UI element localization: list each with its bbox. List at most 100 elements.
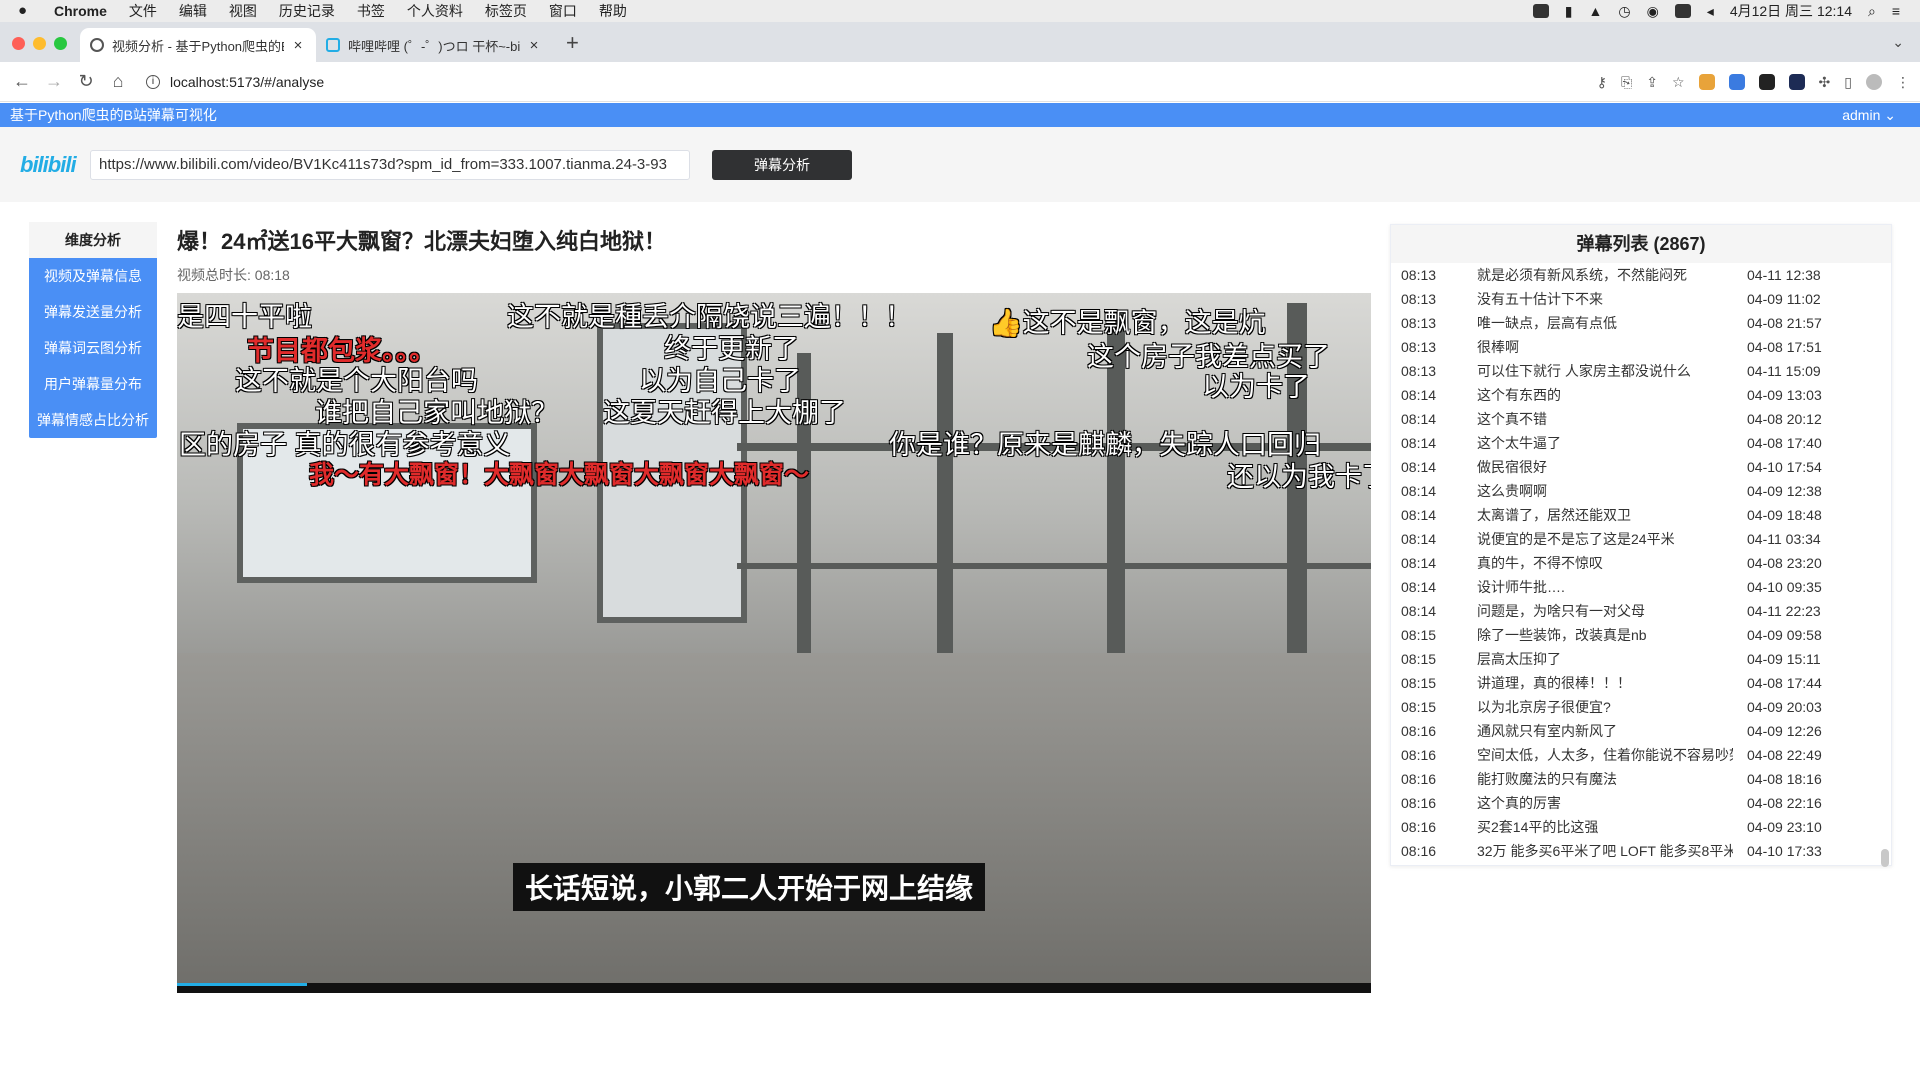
list-item[interactable]: 08:16 买2套14平的比这强 04-09 23:10: [1391, 815, 1891, 839]
list-item[interactable]: 08:15 讲道理，真的很棒！！！ 04-08 17:44: [1391, 671, 1891, 695]
globe-icon: [90, 38, 104, 52]
user-menu[interactable]: admin ⌄: [1842, 107, 1896, 124]
forward-arrow-icon[interactable]: →: [38, 71, 70, 92]
back-arrow-icon[interactable]: ←: [6, 71, 38, 92]
list-item[interactable]: 08:14 真的牛，不得不惊叹 04-08 23:20: [1391, 551, 1891, 575]
tab-bilibili[interactable]: 哔哩哔哩 (゜-゜)つロ 干杯~-bili ×: [316, 28, 552, 62]
user-name[interactable]: admin: [1842, 107, 1880, 123]
danmaku-time: 08:15: [1401, 675, 1437, 691]
video-progress-bar[interactable]: [177, 983, 1371, 993]
list-scrollbar[interactable]: [1881, 849, 1889, 867]
extension-1-icon[interactable]: [1698, 74, 1715, 90]
list-item[interactable]: 08:15 除了一些装饰，改装真是nb 04-09 09:58: [1391, 623, 1891, 647]
close-tab-icon[interactable]: ×: [290, 37, 306, 54]
new-tab-button[interactable]: +: [566, 30, 579, 56]
danmaku-text: 真的牛，不得不惊叹: [1477, 555, 1603, 571]
danmaku-time: 08:16: [1401, 723, 1437, 739]
list-item[interactable]: 08:13 没有五十估计下不来 04-09 11:02: [1391, 287, 1891, 311]
home-icon[interactable]: ⌂: [102, 71, 134, 92]
vpn-icon[interactable]: ▲: [1588, 3, 1602, 19]
share-icon[interactable]: ⇪: [1646, 74, 1658, 91]
video-url-input[interactable]: [90, 149, 690, 180]
menu-item-video-info[interactable]: 视频及弹幕信息: [29, 258, 157, 294]
menu-edit[interactable]: 编辑: [179, 1, 207, 21]
menu-bookmarks[interactable]: 书签: [357, 1, 385, 21]
menu-item-wordcloud[interactable]: 弹幕词云图分析: [29, 330, 157, 366]
apple-icon[interactable]: ●: [18, 3, 34, 19]
volume-icon[interactable]: ◂: [1707, 3, 1714, 20]
site-info-icon[interactable]: i: [146, 74, 160, 89]
menu-profile[interactable]: 个人资料: [407, 1, 463, 21]
datetime[interactable]: 4月12日 周三 12:14: [1730, 1, 1852, 21]
list-item[interactable]: 08:16 能打败魔法的只有魔法 04-08 18:16: [1391, 767, 1891, 791]
menu-window[interactable]: 窗口: [549, 1, 577, 21]
menu-help[interactable]: 帮助: [599, 1, 627, 21]
tab-search-chevron-icon[interactable]: ⌄: [1892, 34, 1904, 51]
spotlight-icon[interactable]: ⌕: [1868, 3, 1876, 20]
bookmark-star-icon[interactable]: ☆: [1672, 74, 1685, 91]
list-item[interactable]: 08:14 做民宿很好 04-10 17:54: [1391, 455, 1891, 479]
signal-icon[interactable]: ▮: [1565, 3, 1573, 20]
list-item[interactable]: 08:14 这个太牛逼了 04-08 17:40: [1391, 431, 1891, 455]
extension-2-icon[interactable]: [1728, 74, 1745, 90]
address-bar[interactable]: i localhost:5173/#/analyse: [146, 67, 324, 97]
danmaku-text: 就是必须有新风系统，不然能闷死: [1477, 267, 1687, 283]
profile-avatar-icon[interactable]: [1866, 74, 1882, 90]
menu-history[interactable]: 历史记录: [279, 1, 335, 21]
list-item[interactable]: 08:16 32万 能多买6平米了吧 LOFT 能多买8平米... 04-10 17…: [1391, 839, 1891, 863]
wechat-icon[interactable]: ◉: [1647, 3, 1659, 20]
video-player[interactable]: 是四十平啦 这不就是種丢介隔饶说三遍！！！ 👍这不是飘窗，这是炕 节目都包浆。。…: [177, 293, 1371, 993]
record-icon[interactable]: [1532, 4, 1549, 18]
list-item[interactable]: 08:13 很棒啊 04-08 17:51: [1391, 335, 1891, 359]
list-item[interactable]: 08:13 可以住下就行 人家房主都没说什么 04-11 15:09: [1391, 359, 1891, 383]
list-item[interactable]: 08:14 说便宜的是不是忘了这是24平米 04-11 03:34: [1391, 527, 1891, 551]
puzzle-icon[interactable]: ✣: [1819, 74, 1831, 91]
menu-tabs[interactable]: 标签页: [485, 1, 527, 21]
menu-app-name[interactable]: Chrome: [54, 3, 107, 19]
translate-icon[interactable]: ⎘: [1621, 74, 1632, 91]
list-item[interactable]: 08:13 唯一缺点，层高有点低 04-08 21:57: [1391, 311, 1891, 335]
close-tab-icon[interactable]: ×: [526, 37, 542, 54]
danmaku-time: 08:13: [1401, 267, 1437, 283]
list-item[interactable]: 08:14 这么贵啊啊 04-09 12:38: [1391, 479, 1891, 503]
zoom-window-button[interactable]: [54, 37, 67, 50]
list-item[interactable]: 08:16 这个真的厉害 04-08 22:16: [1391, 791, 1891, 815]
reload-icon[interactable]: ↻: [70, 71, 102, 92]
clock-icon[interactable]: ◷: [1618, 3, 1630, 20]
list-item[interactable]: 08:14 太离谱了，居然还能双卫 04-09 18:48: [1391, 503, 1891, 527]
close-window-button[interactable]: [12, 37, 25, 50]
danmaku-text: 32万 能多买6平米了吧 LOFT 能多买8平米...: [1477, 843, 1733, 859]
tab-analyse[interactable]: 视频分析 - 基于Python爬虫的B站 ×: [80, 28, 316, 62]
menu-item-user-distribution[interactable]: 用户弹幕量分布: [29, 366, 157, 402]
extension-4-icon[interactable]: [1788, 74, 1805, 90]
more-menu-icon[interactable]: ⋮: [1896, 74, 1910, 91]
minimize-window-button[interactable]: [33, 37, 46, 50]
list-item[interactable]: 08:15 以为北京房子很便宜? 04-09 20:03: [1391, 695, 1891, 719]
danmaku-text: 能打败魔法的只有魔法: [1477, 771, 1617, 787]
window-ledge: [177, 653, 1371, 993]
list-item[interactable]: 08:16 通风就只有室内新风了 04-09 12:26: [1391, 719, 1891, 743]
analyse-button[interactable]: 弹幕分析: [712, 149, 852, 180]
url-text[interactable]: localhost:5173/#/analyse: [170, 74, 324, 90]
chevron-down-icon[interactable]: ⌄: [1884, 107, 1896, 123]
list-item[interactable]: 08:15 层高太压抑了 04-09 15:11: [1391, 647, 1891, 671]
list-item[interactable]: 08:16 空间太低，人太多，住着你能说不容易吵架... 04-08 22:49: [1391, 743, 1891, 767]
danmaku-date: 04-09 23:10: [1747, 819, 1822, 835]
menu-item-sentiment[interactable]: 弹幕情感占比分析: [29, 402, 157, 438]
list-item[interactable]: 08:14 设计师牛批…. 04-10 09:35: [1391, 575, 1891, 599]
menu-item-send-volume[interactable]: 弹幕发送量分析: [29, 294, 157, 330]
list-item[interactable]: 08:13 就是必须有新风系统，不然能闷死 04-11 12:38: [1391, 263, 1891, 287]
list-item[interactable]: 08:14 问题是，为啥只有一对父母 04-11 22:23: [1391, 599, 1891, 623]
control-center-icon[interactable]: ≡: [1892, 3, 1900, 19]
danmaku-text: 以为北京房子很便宜?: [1477, 699, 1611, 715]
list-item[interactable]: 08:14 这个有东西的 04-09 13:03: [1391, 383, 1891, 407]
list-item[interactable]: 08:14 这个真不错 04-08 20:12: [1391, 407, 1891, 431]
side-panel-icon[interactable]: ▯: [1844, 74, 1852, 91]
input-method-icon[interactable]: [1674, 4, 1691, 18]
menu-file[interactable]: 文件: [129, 1, 157, 21]
danmaku-list[interactable]: 08:13 就是必须有新风系统，不然能闷死 04-11 12:38 08:13 没有五十…: [1391, 263, 1891, 863]
menu-view[interactable]: 视图: [229, 1, 257, 21]
danmaku-date: 04-08 20:12: [1747, 411, 1822, 427]
key-icon[interactable]: ⚷: [1597, 74, 1607, 91]
extension-3-icon[interactable]: [1758, 74, 1775, 90]
